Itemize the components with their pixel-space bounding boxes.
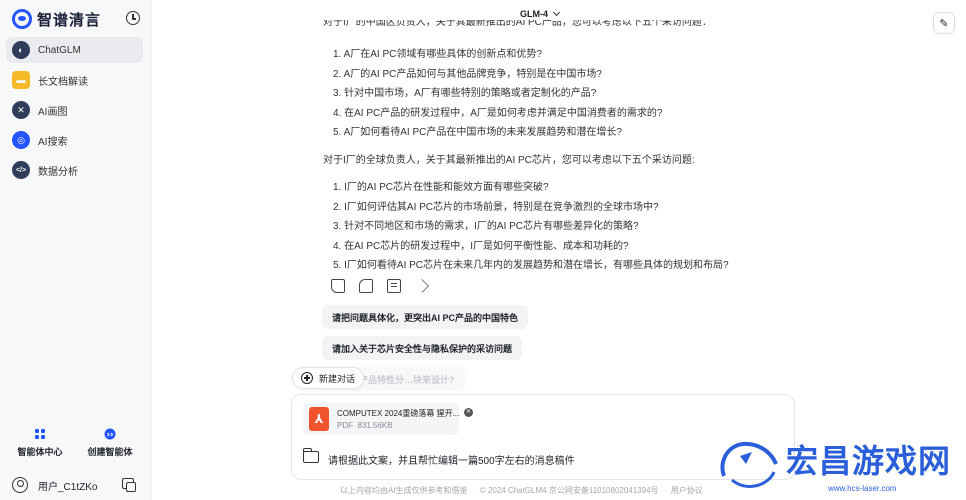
copy-icon[interactable] [387,279,401,293]
sidebar-bottom-actions: 智能体中心 创建智能体 [0,428,152,460]
user-name: 用户_C1tZKo [38,481,98,493]
partial-message-line: 对于I厂的中国区负责人，关于其最新推出的AI PC产品，您可以考虑以下五个采访问… [323,20,783,34]
sidebar: 智谱清言 ◐ ChatGLM ▬ 长文档解读 ✕ AI画图 ◎ AI搜索 </>… [0,0,152,500]
attached-file[interactable]: ⅄ COMPUTEX 2024重磅落幕 猩开... PDF 831.56KB ✕ [303,403,473,435]
sidebar-item-long-document[interactable]: ▬ 长文档解读 [6,67,143,93]
file-meta: PDF 831.56KB [337,421,393,430]
footer-copyright: © 2024 ChatGLM4 京公网安备11010802041394号 [479,486,659,495]
watermark: 宏昌游戏网 www.hcs-laser.com [716,436,961,496]
ai-search-icon: ◎ [12,131,30,149]
assistant-message: 1. A厂在AI PC领域有哪些具体的创新点和优势? 2. A厂的AI PC产品… [323,45,783,276]
app-logo[interactable]: 智谱清言 [12,8,142,30]
share-icon[interactable] [415,279,429,293]
model-selector[interactable]: GLM-4 [520,8,561,19]
chevron-down-icon [552,8,561,17]
sidebar-item-ai-search[interactable]: ◎ AI搜索 [6,127,143,153]
agent-center-label: 智能体中心 [17,447,63,457]
suggestion-chip[interactable]: 请加入关于芯片安全性与隐私保护的采访问题 [322,336,523,360]
model-name: GLM-4 [520,9,548,19]
logo-text: 智谱清言 [37,11,102,29]
logo-icon [12,9,32,29]
list-item: 1. I厂的AI PC芯片在性能和能效方面有哪些突破? [333,181,549,193]
agent-center-button[interactable]: 智能体中心 [5,428,75,458]
footer-agreement-link[interactable]: 用户协议 [671,486,703,495]
question-list-b: 1. I厂的AI PC芯片在性能和能效方面有哪些突破? 2. I厂如何评估其AI… [333,178,783,276]
data-analysis-icon: </> [12,161,30,179]
partial-line-text: 对于I厂的中国区负责人，关于其最新推出的AI PC产品，您可以考虑以下五个采访问… [323,20,712,28]
sidebar-item-label: 数据分析 [38,166,78,178]
dragon-logo-icon [720,441,778,488]
new-window-button[interactable]: ✎ [933,12,955,34]
edit-icon: ✎ [939,17,949,30]
footer-disclaimer: 以上内容均由AI生成仅供参考和借鉴 [340,486,468,495]
upload-folder-icon[interactable] [303,448,319,463]
thumbs-up-icon[interactable] [331,279,345,293]
create-agent-label: 创建智能体 [87,447,133,457]
plus-circle-icon [301,372,313,384]
list-item: 2. I厂如何评估其AI PC芯片的市场前景，特别是在竞争激烈的全球市场中? [333,201,659,213]
sidebar-item-data-analysis[interactable]: </> 数据分析 [6,157,143,183]
sidebar-nav: ◐ ChatGLM ▬ 长文档解读 ✕ AI画图 ◎ AI搜索 </> 数据分析 [6,37,143,187]
list-item: 3. 针对中国市场，A厂有哪些特别的策略或者定制化的产品? [333,88,597,100]
pdf-file-icon: ⅄ [309,407,329,431]
user-profile[interactable]: 用户_C1tZKo [12,476,142,494]
create-agent-icon [104,428,116,440]
create-agent-button[interactable]: 创建智能体 [75,428,145,458]
sidebar-item-chatglm[interactable]: ◐ ChatGLM [6,37,143,63]
list-item: 2. A厂的AI PC产品如何与其他品牌竞争，特别是在中国市场? [333,68,602,80]
watermark-text: 宏昌游戏网 [786,443,952,479]
sidebar-item-label: ChatGLM [38,44,81,56]
grid-icon [35,429,45,439]
question-list-a: 1. A厂在AI PC领域有哪些具体的创新点和优势? 2. A厂的AI PC产品… [333,45,783,143]
new-chat-label: 新建对话 [319,373,356,384]
user-icon [12,477,28,493]
message-actions [331,279,443,293]
new-chat-button[interactable]: 新建对话 [292,367,365,389]
ai-drawing-icon: ✕ [12,101,30,119]
history-icon[interactable] [126,11,140,25]
chat-input-text[interactable]: 请根据此文案，并且帮忙编辑一篇500字左右的消息稿件 [328,452,575,467]
list-item: 4. 在AI PC芯片的研发过程中，I厂是如何平衡性能、成本和功耗的? [333,240,629,252]
watermark-url: www.hcs-laser.com [828,484,897,493]
message-paragraph: 对于I厂的全球负责人，关于其最新推出的AI PC芯片，您可以考虑以下五个采访问题… [323,154,695,166]
list-item: 1. A厂在AI PC领域有哪些具体的创新点和优势? [333,49,542,60]
sidebar-item-label: 长文档解读 [38,76,88,88]
remove-file-icon[interactable]: ✕ [464,408,473,417]
chatglm-icon: ◐ [12,41,30,59]
sidebar-item-ai-drawing[interactable]: ✕ AI画图 [6,97,143,123]
list-item: 5. I厂如何看待AI PC芯片在未来几年内的发展趋势和潜在增长，有哪些具体的规… [333,260,729,272]
page-footer: 以上内容均由AI生成仅供参考和借鉴 © 2024 ChatGLM4 京公网安备1… [340,485,713,496]
file-type: PDF [337,421,353,430]
list-item: 3. 针对不同地区和市场的需求，I厂的AI PC芯片有哪些差异化的策略? [333,221,639,233]
suggestion-chip[interactable]: 请把问题具体化，更突出AI PC产品的中国特色 [322,305,529,329]
thumbs-down-icon[interactable] [359,279,373,293]
document-folder-icon: ▬ [12,71,30,89]
sidebar-item-label: AI画图 [38,106,68,118]
file-size: 831.56KB [357,421,393,430]
list-item: 5. A厂如何看待AI PC产品在中国市场的未来发展趋势和潜在增长? [333,127,622,139]
list-item: 4. 在AI PC产品的研发过程中，A厂是如何考虑并满足中国消费者的需求的? [333,107,663,119]
switch-window-icon[interactable] [122,478,136,492]
sidebar-item-label: AI搜索 [38,136,68,148]
file-name: COMPUTEX 2024重磅落幕 猩开... [337,409,460,418]
